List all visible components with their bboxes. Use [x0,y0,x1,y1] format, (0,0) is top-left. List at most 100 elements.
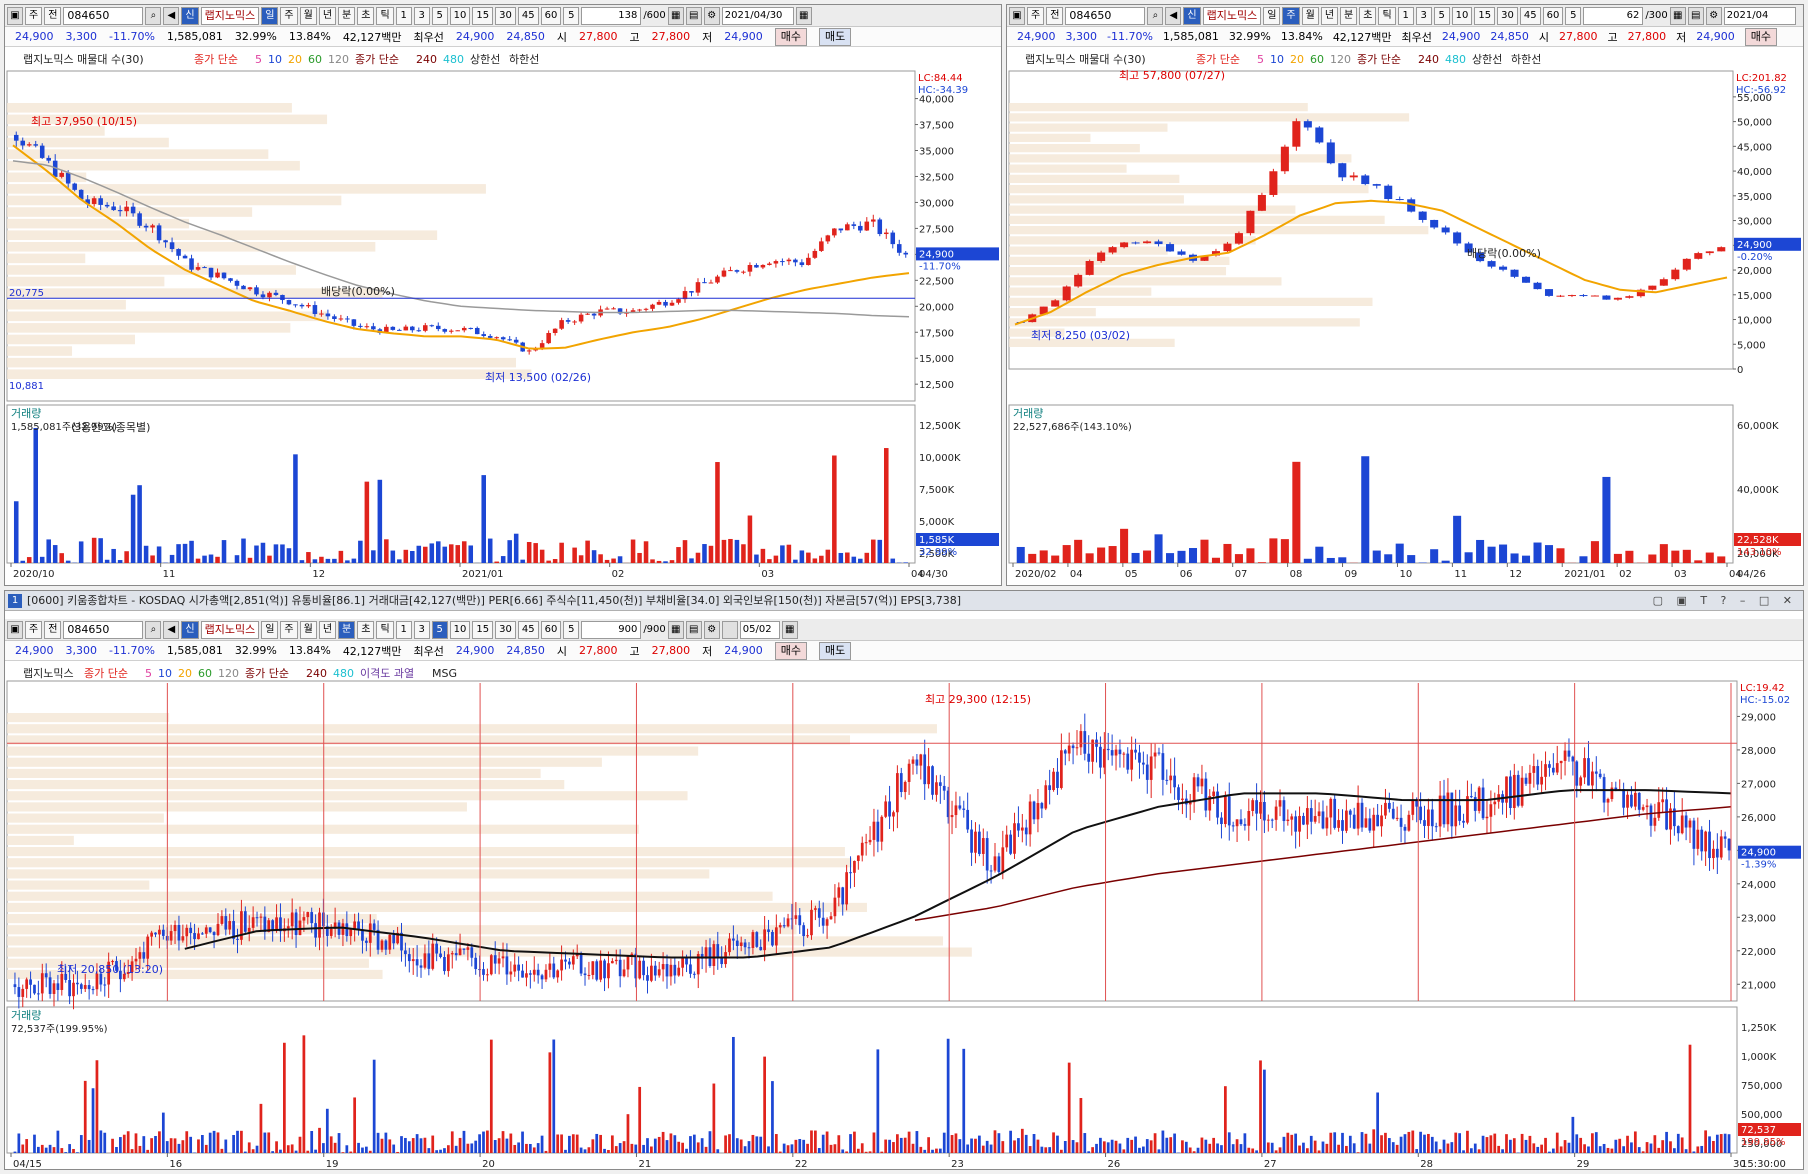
interval-5[interactable]: 5 [1433,6,1450,25]
checkbox[interactable] [721,620,738,639]
minute-chart[interactable]: 랩지노믹스 종가 단순 5 10 20 60 120 종가 단순 240 480 이격도 과열 MSG… [5,663,1803,1169]
interval-60[interactable]: 60 [1542,6,1564,25]
period-select[interactable]: 5 [563,620,580,639]
interval-30[interactable]: 30 [495,6,516,25]
interval-45[interactable]: 45 [517,620,539,639]
count-input[interactable]: 900 [581,620,642,639]
tab-week[interactable]: 주 [1282,6,1300,25]
speaker-icon[interactable]: ◀ [163,6,180,25]
period-select[interactable]: 5 [1565,6,1582,25]
stock-type-select[interactable]: 주 [25,620,43,639]
code-input[interactable]: 084650 [63,6,144,25]
stock-type-select[interactable]: 주 [1027,6,1045,25]
save-icon[interactable]: ▤ [1687,6,1704,25]
gear-icon[interactable]: ⚙ [1705,6,1722,25]
code-input[interactable]: 084650 [1065,6,1146,25]
gear-icon[interactable]: ⚙ [703,620,720,639]
count-input[interactable]: 62 [1583,6,1644,25]
date-input[interactable]: 2021/04/30 [721,6,794,25]
interval-15[interactable]: 15 [472,620,494,639]
interval-3[interactable]: 3 [413,620,430,639]
date-input[interactable]: 2021/04 [1723,6,1796,25]
interval-45[interactable]: 45 [1519,6,1541,25]
stock-type-select[interactable]: 주 [25,6,43,25]
speaker-icon[interactable]: ◀ [1165,6,1182,25]
calendar-icon[interactable]: ▦ [795,6,812,25]
change: 3,300 [65,30,98,43]
tab-day[interactable]: 일 [1263,6,1281,25]
tab-day[interactable]: 일 [261,620,279,639]
speaker-icon[interactable]: ◀ [163,620,180,639]
prev-button[interactable]: 전 [44,6,62,25]
candle-body [888,801,891,817]
tab-year[interactable]: 년 [318,6,337,25]
interval-1[interactable]: 1 [395,6,412,25]
tab-minute[interactable]: 분 [1340,6,1358,25]
candle-body [507,339,512,341]
tab-month[interactable]: 월 [299,620,317,639]
tab-second[interactable]: 초 [357,6,375,25]
tab-month[interactable]: 월 [1301,6,1319,25]
interval-15[interactable]: 15 [1474,6,1496,25]
buy-button[interactable]: 매수 [774,641,808,660]
window-icon[interactable]: ▣ [7,6,23,25]
interval-5[interactable]: 5 [431,6,448,25]
tab-year[interactable]: 년 [1320,6,1339,25]
tab-year[interactable]: 년 [318,620,337,639]
tab-week[interactable]: 주 [280,620,298,639]
interval-3[interactable]: 3 [1415,6,1432,25]
grid-icon[interactable]: ▦ [667,6,684,25]
volume-profile-bar [7,757,602,767]
grid-icon[interactable]: ▦ [667,620,684,639]
prev-button[interactable]: 전 [44,620,62,639]
window-controls[interactable]: ▢ ▣ T ? – □ ✕ [1653,591,1797,610]
interval-60[interactable]: 60 [540,6,562,25]
tab-tick[interactable]: 틱 [376,6,394,25]
tab-day[interactable]: 일 [261,6,279,25]
tab-month[interactable]: 월 [299,6,317,25]
interval-3[interactable]: 3 [413,6,430,25]
interval-30[interactable]: 30 [495,620,516,639]
weekly-chart[interactable]: 랩지노믹스 매물대 수(30) 종가 단순 5 10 20 60 120 종가 단순 240 48… [1007,49,1803,585]
prev-button[interactable]: 전 [1046,6,1064,25]
buy-button[interactable]: 매수 [1744,27,1778,46]
search-icon[interactable]: ⌕ [145,620,162,639]
calendar-icon[interactable]: ▦ [781,620,798,639]
sell-button[interactable]: 매도 [819,27,852,46]
sell-button[interactable]: 매도 [819,641,852,660]
volume-bar [611,558,616,563]
daily-chart[interactable]: 랩지노믹스 매물대 수(30) 종가 단순 5 10 20 60 120 종가 단순 240 48… [5,49,1001,585]
tab-week[interactable]: 주 [280,6,298,25]
code-input[interactable]: 084650 [63,620,144,639]
tab-tick[interactable]: 틱 [1378,6,1396,25]
period-select[interactable]: 5 [563,6,580,25]
interval-30[interactable]: 30 [1497,6,1518,25]
interval-45[interactable]: 45 [517,6,539,25]
interval-10[interactable]: 10 [449,6,471,25]
tab-second[interactable]: 초 [357,620,375,639]
gear-icon[interactable]: ⚙ [703,6,720,25]
interval-10[interactable]: 10 [449,620,471,639]
interval-10[interactable]: 10 [1451,6,1473,25]
search-icon[interactable]: ⌕ [1147,6,1164,25]
interval-5[interactable]: 5 [431,620,448,639]
save-icon[interactable]: ▤ [685,620,702,639]
count-input[interactable]: 138 [581,6,642,25]
save-icon[interactable]: ▤ [685,6,702,25]
window-icon[interactable]: ▣ [1009,6,1025,25]
buy-button[interactable]: 매수 [774,27,808,46]
interval-60[interactable]: 60 [540,620,562,639]
interval-1[interactable]: 1 [395,620,412,639]
search-icon[interactable]: ⌕ [145,6,162,25]
tab-minute[interactable]: 분 [338,620,356,639]
date-input[interactable]: 05/02 [739,620,780,639]
window-icon[interactable]: ▣ [7,620,23,639]
volume-bar [782,1143,786,1153]
interval-1[interactable]: 1 [1397,6,1414,25]
volume-bar [122,1134,126,1153]
tab-second[interactable]: 초 [1359,6,1377,25]
tab-minute[interactable]: 분 [338,6,356,25]
tab-tick[interactable]: 틱 [376,620,394,639]
grid-icon[interactable]: ▦ [1669,6,1686,25]
interval-15[interactable]: 15 [472,6,494,25]
